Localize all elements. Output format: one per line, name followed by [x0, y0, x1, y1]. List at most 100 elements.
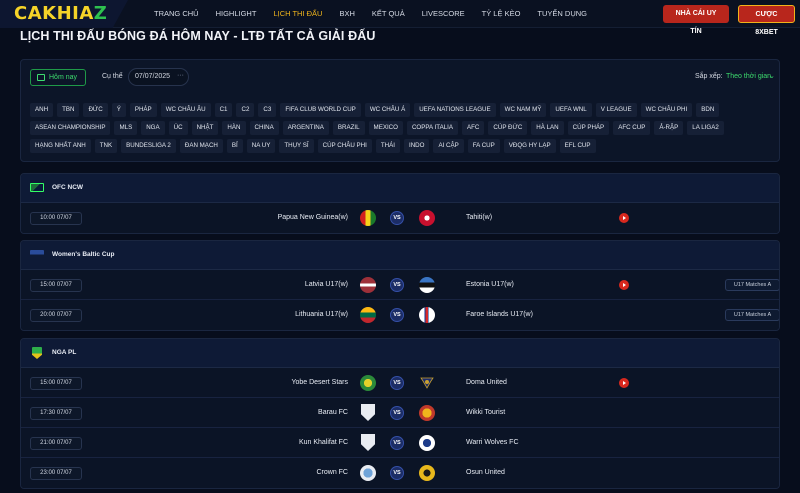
league-tag[interactable]: V LEAGUE: [595, 103, 637, 117]
home-team-logo: [360, 375, 376, 391]
stream-badge[interactable]: U17 Matches A: [725, 279, 779, 291]
league-tag[interactable]: AI CẬP: [433, 139, 464, 153]
league-tag[interactable]: INDO: [403, 139, 430, 153]
league-header[interactable]: NGA PL: [21, 339, 779, 368]
logo-container[interactable]: CAKHIAZ: [0, 0, 128, 28]
league-tag[interactable]: CÚP CHÂU PHI: [317, 139, 372, 153]
league-name: OFC NCW: [52, 184, 84, 191]
league-tag[interactable]: EFL CUP: [559, 139, 596, 153]
league-tag[interactable]: UEFA WNL: [550, 103, 592, 117]
match-row[interactable]: 10:00 07/07 Papua New Guinea(w) VS Tahit…: [21, 203, 779, 233]
away-team-name[interactable]: Wikki Tourist: [466, 409, 505, 416]
nav-item-livescore[interactable]: LIVESCORE: [422, 0, 465, 28]
away-team-name[interactable]: Tahiti(w): [466, 214, 492, 221]
league-tag[interactable]: WC CHÂU PHI: [640, 103, 693, 117]
nav-item-standings[interactable]: BXH: [339, 0, 354, 28]
sort-select[interactable]: Theo thời gian: [726, 73, 771, 80]
league-tag[interactable]: TBN: [57, 103, 80, 117]
match-time: 15:00 07/07: [30, 279, 82, 292]
nav-item-schedule[interactable]: LỊCH THI ĐẤU: [273, 0, 322, 28]
home-team-name[interactable]: Barau FC: [318, 409, 348, 416]
league-tag[interactable]: NA UY: [246, 139, 276, 153]
away-team-name[interactable]: Estonia U17(w): [466, 281, 514, 288]
league-tag[interactable]: MLS: [114, 121, 138, 135]
nav-item-home[interactable]: TRANG CHỦ: [154, 0, 199, 28]
match-row[interactable]: 21:00 07/07 Kun Khalifat FC VS Warri Wol…: [21, 428, 779, 458]
away-team-logo: [419, 465, 435, 481]
league-tag[interactable]: ĐỨC: [83, 103, 108, 117]
home-team-name[interactable]: Kun Khalifat FC: [299, 439, 348, 446]
home-team-name[interactable]: Lithuania U17(w): [295, 311, 348, 318]
date-picker-input[interactable]: 07/07/2025 ···: [128, 68, 189, 86]
league-tag[interactable]: AFC: [462, 121, 485, 135]
league-tag[interactable]: UEFA NATIONS LEAGUE: [414, 103, 496, 117]
nav-item-recruitment[interactable]: TUYỂN DỤNG: [537, 0, 587, 28]
league-header[interactable]: Women's Baltic Cup: [21, 241, 779, 270]
match-row[interactable]: 20:00 07/07 Lithuania U17(w) VS Faroe Is…: [21, 300, 779, 330]
nav-item-results[interactable]: KẾT QUẢ: [372, 0, 405, 28]
league-tag[interactable]: LA LIGA2: [687, 121, 724, 135]
league-tag[interactable]: BUNDESLIGA 2: [121, 139, 176, 153]
chevron-down-icon[interactable]: ⌄: [769, 72, 775, 80]
league-tag[interactable]: Ý: [111, 103, 126, 117]
league-badge-icon: [32, 347, 42, 359]
away-team-name[interactable]: Osun United: [466, 469, 505, 476]
site-logo[interactable]: CAKHIAZ: [14, 3, 107, 24]
league-tag[interactable]: PHÁP: [129, 103, 157, 117]
match-time: 21:00 07/07: [30, 437, 82, 450]
away-team-name[interactable]: Warri Wolves FC: [466, 439, 519, 446]
home-team-name[interactable]: Crown FC: [316, 469, 348, 476]
today-button[interactable]: Hôm nay: [30, 69, 87, 86]
league-tag[interactable]: WC CHÂU ÂU: [160, 103, 211, 117]
stream-badge[interactable]: U17 Matches A: [725, 309, 779, 321]
league-tag[interactable]: WC NAM MỸ: [499, 103, 547, 117]
league-tag[interactable]: WC CHÂU Á: [364, 103, 411, 117]
league-tag[interactable]: COPPA ITALIA: [406, 121, 459, 135]
league-tag[interactable]: VĐQG HY LẠP: [503, 139, 556, 153]
league-tag[interactable]: BRAZIL: [332, 121, 365, 135]
league-tag[interactable]: ANH: [30, 103, 54, 117]
league-tag[interactable]: FIFA CLUB WORLD CUP: [280, 103, 361, 117]
league-tag[interactable]: Ả-RẬP: [654, 121, 684, 135]
league-tag[interactable]: C1: [214, 103, 233, 117]
league-tag[interactable]: CÚP PHÁP: [567, 121, 610, 135]
home-team-name[interactable]: Yobe Desert Stars: [291, 379, 348, 386]
league-header[interactable]: OFC NCW: [21, 174, 779, 203]
league-tag[interactable]: HÀ LAN: [531, 121, 564, 135]
league-tag[interactable]: CHINA: [249, 121, 279, 135]
league-tag[interactable]: HẠNG NHẤT ANH: [30, 139, 91, 153]
nav-item-highlight[interactable]: HIGHLIGHT: [216, 0, 257, 28]
match-row[interactable]: 15:00 07/07 Yobe Desert Stars VS Doma Un…: [21, 368, 779, 398]
league-tag[interactable]: C3: [258, 103, 277, 117]
home-team-name[interactable]: Papua New Guinea(w): [278, 214, 348, 221]
league-tag[interactable]: BỈ: [226, 139, 243, 153]
league-tag[interactable]: C2: [236, 103, 255, 117]
league-tag[interactable]: THÁI: [375, 139, 400, 153]
league-tag[interactable]: FA CUP: [467, 139, 500, 153]
away-team-name[interactable]: Doma United: [466, 379, 507, 386]
league-tag[interactable]: ĐAN MẠCH: [179, 139, 223, 153]
league-tag[interactable]: BDN: [696, 103, 720, 117]
away-team-name[interactable]: Faroe Islands U17(w): [466, 311, 533, 318]
league-tag[interactable]: THỤY SĨ: [279, 139, 314, 153]
match-row[interactable]: 15:00 07/07 Latvia U17(w) VS Estonia U17…: [21, 270, 779, 300]
match-row[interactable]: 23:00 07/07 Crown FC VS Osun United: [21, 458, 779, 488]
league-tag[interactable]: ASEAN CHAMPIONSHIP: [30, 121, 111, 135]
league-tag[interactable]: AFC CUP: [613, 121, 651, 135]
league-tag[interactable]: ARGENTINA: [282, 121, 329, 135]
league-tag[interactable]: HÀN: [222, 121, 246, 135]
live-play-icon[interactable]: [619, 378, 629, 388]
match-row[interactable]: 17:30 07/07 Barau FC VS Wikki Tourist: [21, 398, 779, 428]
home-team-name[interactable]: Latvia U17(w): [305, 281, 348, 288]
league-tag[interactable]: CÚP ĐỨC: [488, 121, 528, 135]
league-tag[interactable]: NGA: [141, 121, 165, 135]
trusted-bookmaker-button[interactable]: NHÀ CÁI UY TÍN: [663, 5, 729, 35]
league-tag[interactable]: NHẬT: [191, 121, 219, 135]
live-play-icon[interactable]: [619, 280, 629, 290]
league-tag[interactable]: MEXICO: [368, 121, 403, 135]
league-tag[interactable]: TNK: [94, 139, 118, 153]
league-tag[interactable]: ÚC: [168, 121, 188, 135]
nav-item-odds[interactable]: TỶ LỆ KÈO: [482, 0, 521, 28]
bet-8xbet-button[interactable]: CƯỢC 8XBET: [738, 5, 795, 36]
live-play-icon[interactable]: [619, 213, 629, 223]
